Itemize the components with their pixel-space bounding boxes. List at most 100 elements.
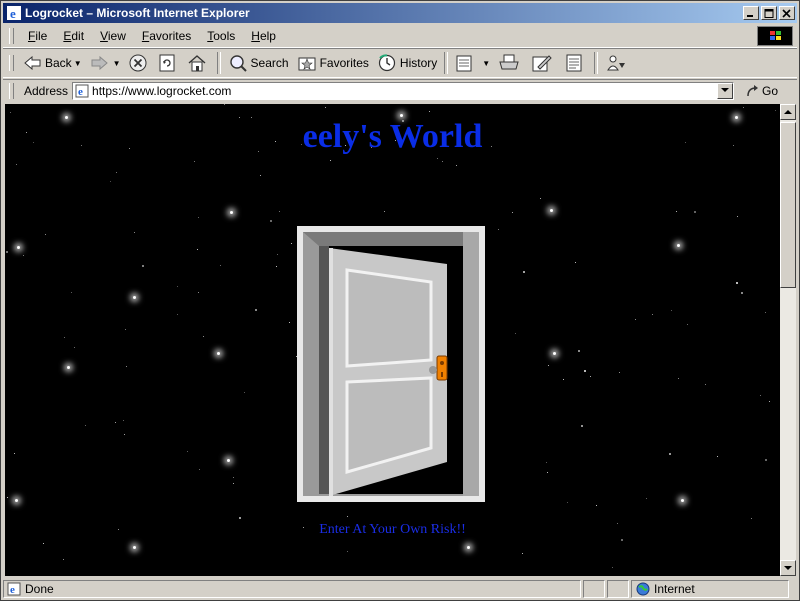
minimize-button[interactable]	[743, 6, 759, 20]
zone-label: Internet	[654, 582, 695, 596]
star	[125, 329, 126, 330]
menu-edit[interactable]: Edit	[55, 29, 92, 43]
maximize-button[interactable]	[761, 6, 777, 20]
svg-text:e: e	[78, 86, 83, 98]
star	[596, 505, 597, 506]
star	[123, 420, 124, 421]
star	[705, 384, 706, 385]
svg-text:e: e	[10, 584, 15, 596]
security-zone[interactable]: Internet	[631, 580, 789, 598]
star	[437, 158, 438, 159]
star	[676, 211, 677, 212]
mail-button[interactable]: ▼	[451, 51, 494, 75]
star	[523, 271, 525, 273]
search-label: Search	[250, 56, 289, 70]
scroll-down-button[interactable]	[780, 560, 796, 576]
address-grip[interactable]	[9, 82, 14, 99]
refresh-button[interactable]	[154, 51, 183, 75]
star	[550, 209, 553, 212]
star	[429, 111, 430, 112]
star	[590, 376, 591, 377]
svg-text:e: e	[10, 6, 16, 20]
back-dropdown-icon[interactable]: ▼	[74, 59, 82, 68]
star	[291, 243, 292, 244]
star	[116, 172, 117, 173]
standard-toolbar: Back ▼ ▼ Search Favorites History ▼	[3, 48, 797, 78]
star	[467, 546, 470, 549]
address-input[interactable]	[92, 83, 718, 98]
star	[289, 322, 290, 323]
star	[199, 469, 200, 470]
title-bar[interactable]: e Logrocket – Microsoft Internet Explore…	[3, 3, 797, 23]
status-pane	[607, 580, 629, 598]
discuss-button[interactable]	[560, 51, 591, 75]
maximize-icon	[764, 9, 774, 18]
star	[126, 366, 127, 367]
star	[681, 499, 684, 502]
favorites-button[interactable]: Favorites	[293, 51, 373, 75]
menu-grip[interactable]	[9, 28, 14, 44]
forward-button[interactable]: ▼	[86, 51, 125, 75]
back-button[interactable]: Back ▼	[20, 51, 86, 75]
close-button[interactable]	[779, 6, 795, 20]
mail-dropdown-icon[interactable]: ▼	[482, 59, 490, 68]
star	[546, 462, 547, 463]
window-title: Logrocket – Microsoft Internet Explorer	[25, 6, 250, 20]
star	[220, 265, 221, 266]
scroll-thumb[interactable]	[780, 122, 796, 288]
star	[6, 251, 8, 253]
favorites-label: Favorites	[319, 56, 369, 70]
toolbar-separator	[444, 52, 449, 74]
scroll-up-button[interactable]	[780, 104, 796, 120]
history-icon	[378, 54, 396, 72]
go-label: Go	[762, 83, 779, 98]
go-button[interactable]: Go	[746, 84, 778, 98]
star	[124, 434, 125, 435]
forward-dropdown-icon[interactable]: ▼	[113, 59, 121, 68]
star	[400, 114, 403, 117]
address-box[interactable]: e	[72, 81, 735, 100]
star	[619, 372, 620, 373]
star	[512, 212, 513, 213]
status-text: Done	[25, 582, 54, 596]
browser-window: e Logrocket – Microsoft Internet Explore…	[0, 0, 800, 601]
star	[270, 220, 272, 222]
search-button[interactable]: Search	[224, 51, 293, 75]
vertical-scrollbar[interactable]	[780, 104, 796, 576]
star	[7, 497, 8, 498]
page-done-icon: e	[7, 582, 21, 596]
print-button[interactable]	[494, 51, 527, 75]
toolbar-grip[interactable]	[9, 55, 14, 71]
menu-favorites[interactable]: Favorites	[134, 29, 199, 43]
star	[584, 370, 586, 372]
star	[612, 567, 613, 568]
star	[224, 104, 225, 105]
menu-file[interactable]: File	[20, 29, 55, 43]
star	[244, 392, 245, 393]
star	[563, 379, 564, 380]
star	[198, 217, 199, 218]
history-button[interactable]: History	[373, 51, 441, 75]
enter-link[interactable]: Enter At Your Own Risk!!	[5, 522, 780, 538]
star	[765, 459, 767, 461]
address-dropdown-button[interactable]	[717, 82, 734, 99]
star	[671, 310, 672, 311]
star	[678, 378, 679, 379]
stop-button[interactable]	[125, 51, 154, 75]
menu-view[interactable]: View	[92, 29, 134, 43]
star	[134, 232, 135, 233]
star	[14, 453, 15, 454]
star	[765, 312, 766, 313]
home-button[interactable]	[183, 51, 214, 75]
edit-button[interactable]	[527, 51, 560, 75]
menu-help[interactable]: Help	[243, 29, 284, 43]
star	[694, 211, 696, 213]
star	[142, 265, 144, 267]
star	[741, 292, 743, 294]
star	[194, 161, 195, 162]
favorites-icon	[298, 57, 316, 71]
menu-tools[interactable]: Tools	[199, 29, 243, 43]
messenger-button[interactable]	[601, 51, 634, 75]
star	[669, 453, 671, 455]
door-image[interactable]	[297, 226, 485, 505]
